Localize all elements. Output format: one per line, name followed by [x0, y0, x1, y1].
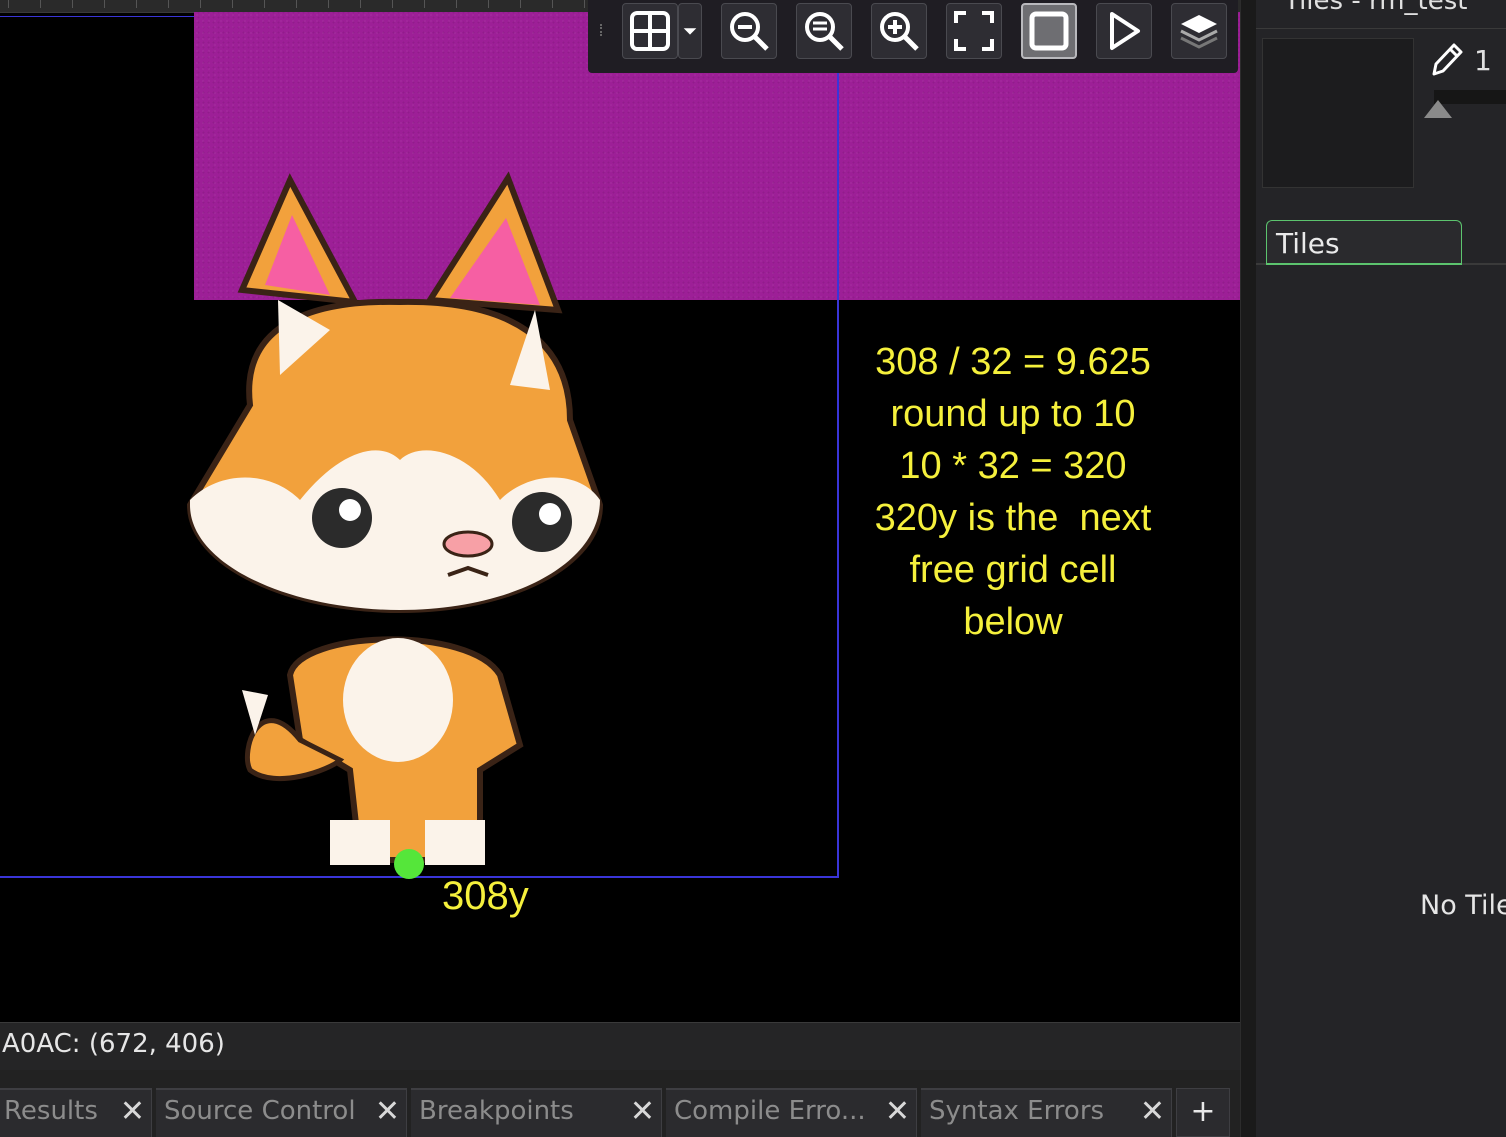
- annotation-line: free grid cell: [909, 549, 1117, 591]
- ruler-tick: [584, 0, 585, 8]
- ruler-tick: [200, 0, 201, 8]
- toolbar-grip[interactable]: [600, 24, 606, 36]
- ruler-tick: [72, 0, 73, 8]
- ruler-tick: [456, 0, 457, 8]
- tab-compile-errors[interactable]: Compile Erro... ✕: [666, 1088, 917, 1137]
- ruler-tick: [520, 0, 521, 8]
- ruler-tick: [552, 0, 553, 8]
- close-icon[interactable]: ✕: [375, 1094, 400, 1129]
- ruler-tick: [392, 0, 393, 8]
- output-panel-tabs: Results ✕ Source Control ✕ Breakpoints ✕…: [0, 1070, 1240, 1137]
- panel-title: Tiles - rm_test: [1284, 0, 1468, 16]
- zoom-reset-button[interactable]: [796, 3, 852, 59]
- zoom-in-button[interactable]: [871, 3, 927, 59]
- grid-toggle-button[interactable]: [622, 3, 678, 59]
- tab-label: Breakpoints: [419, 1096, 574, 1126]
- tile-preview: [1262, 38, 1414, 188]
- frame-icon: [1029, 11, 1069, 51]
- brush-size-value: 1: [1474, 44, 1492, 77]
- annotation-line: 320y is the next: [874, 497, 1152, 539]
- origin-marker[interactable]: [394, 849, 424, 879]
- tab-results[interactable]: Results ✕: [0, 1088, 152, 1137]
- zoom-in-icon: [880, 12, 919, 51]
- ruler-tick: [8, 0, 9, 8]
- grid-icon: [630, 11, 670, 51]
- zoom-out-button[interactable]: [721, 3, 777, 59]
- slider-thumb[interactable]: [1424, 100, 1452, 118]
- empty-state-text: No Tile: [1420, 890, 1506, 921]
- annotation-line: round up to 10: [890, 393, 1136, 435]
- layers-icon: [1180, 15, 1218, 49]
- tab-label: Syntax Errors: [929, 1096, 1105, 1126]
- chevron-down-icon: [683, 28, 697, 35]
- panel-title-divider: [1256, 28, 1506, 29]
- tab-syntax-errors[interactable]: Syntax Errors ✕: [921, 1088, 1172, 1137]
- close-icon[interactable]: ✕: [885, 1094, 910, 1129]
- tab-active-indicator: [1266, 263, 1462, 265]
- room-editor-canvas[interactable]: 308y 308 / 32 = 9.625 round up to 10 10 …: [0, 0, 1240, 1022]
- cursor-position-readout: A0AC: (672, 406): [2, 1029, 225, 1059]
- ruler-tick: [296, 0, 297, 8]
- close-icon[interactable]: ✕: [120, 1094, 145, 1129]
- zoom-reset-icon: [805, 12, 844, 51]
- tab-source-control[interactable]: Source Control ✕: [156, 1088, 407, 1137]
- fit-screen-button[interactable]: [946, 3, 1002, 59]
- ruler-tick: [168, 0, 169, 8]
- annotation-line: 10 * 32 = 320: [899, 445, 1127, 487]
- grid-options-dropdown[interactable]: [678, 3, 702, 59]
- annotation-line: below: [963, 601, 1063, 643]
- close-icon[interactable]: ✕: [1140, 1094, 1165, 1129]
- tab-label: Compile Erro...: [674, 1096, 866, 1126]
- add-tab-button[interactable]: +: [1176, 1088, 1230, 1137]
- pencil-icon[interactable]: [1428, 40, 1464, 80]
- ruler-tick: [264, 0, 265, 8]
- panel-splitter[interactable]: [1240, 0, 1257, 1137]
- status-bar: A0AC: (672, 406): [0, 1022, 1240, 1071]
- room-bound-top: [0, 16, 194, 17]
- ruler-tick: [40, 0, 41, 8]
- tab-breakpoints[interactable]: Breakpoints ✕: [411, 1088, 662, 1137]
- y-coordinate-label: 308y: [442, 874, 529, 918]
- layers-button[interactable]: [1171, 3, 1227, 59]
- ruler-tick: [232, 0, 233, 8]
- ruler-tick: [328, 0, 329, 8]
- zoom-out-icon: [730, 12, 769, 51]
- play-icon: [1110, 12, 1140, 50]
- fullscreen-icon: [954, 11, 994, 51]
- ruler-tick: [104, 0, 105, 8]
- ruler-tick: [488, 0, 489, 8]
- tab-tiles[interactable]: Tiles: [1266, 220, 1462, 264]
- play-button[interactable]: [1096, 3, 1152, 59]
- frame-view-button[interactable]: [1021, 3, 1077, 59]
- room-toolbar: [588, 0, 1238, 73]
- annotation-line: 308 / 32 = 9.625: [875, 341, 1151, 383]
- close-icon[interactable]: ✕: [630, 1094, 655, 1129]
- annotation-text: 308 / 32 = 9.625 round up to 10 10 * 32 …: [838, 336, 1188, 648]
- tab-label: Tiles: [1276, 227, 1340, 260]
- tab-label: Source Control: [164, 1096, 356, 1126]
- ruler-tick: [360, 0, 361, 8]
- ruler-tick: [424, 0, 425, 8]
- cat-sprite[interactable]: [180, 170, 620, 880]
- tiles-panel: Tiles - rm_test 1 Tiles No Tile: [1256, 0, 1506, 1137]
- ruler-tick: [136, 0, 137, 8]
- tab-label: Results: [4, 1096, 98, 1126]
